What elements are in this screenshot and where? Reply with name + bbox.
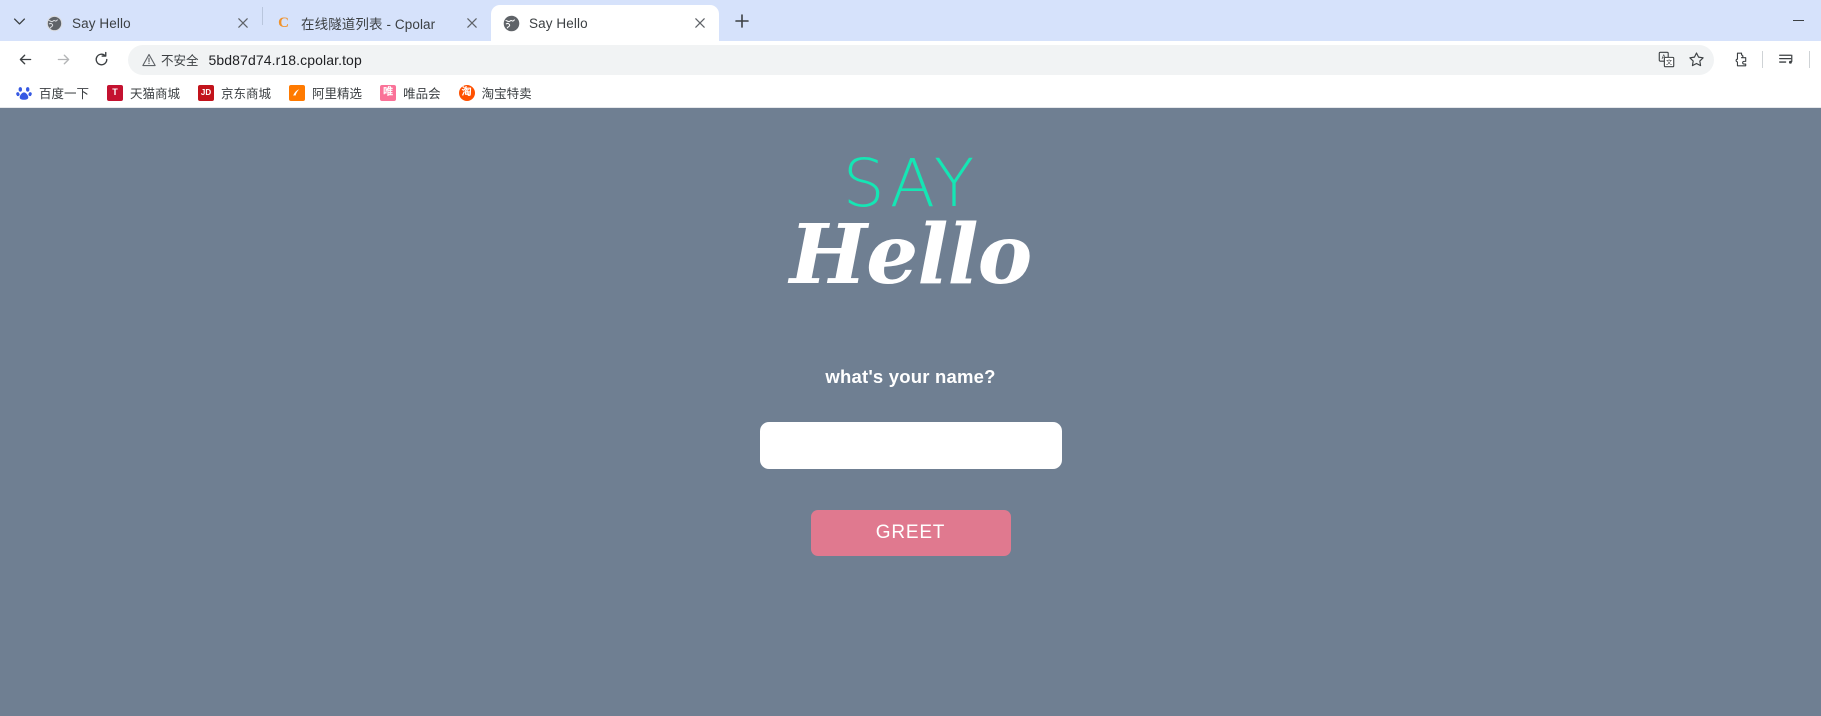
- warning-triangle-icon: [142, 53, 156, 66]
- reload-button[interactable]: [85, 44, 117, 76]
- minimize-icon: [1792, 19, 1804, 22]
- browser-tab-active[interactable]: Say Hello: [491, 5, 719, 41]
- chevron-down-icon: [13, 17, 25, 25]
- translate-icon[interactable]: A 文: [1652, 46, 1680, 74]
- toolbar-divider: [1809, 51, 1810, 68]
- close-icon: [467, 18, 477, 28]
- window-controls: [1775, 0, 1821, 41]
- cpolar-favicon-letter: C: [278, 14, 289, 31]
- extensions-button[interactable]: [1724, 45, 1754, 75]
- address-bar[interactable]: 不安全 5bd87d74.r18.cpolar.top A 文: [128, 44, 1714, 75]
- new-tab-button[interactable]: [725, 4, 759, 38]
- omnibox-actions: A 文: [1650, 46, 1710, 74]
- toolbar-divider: [1762, 51, 1763, 68]
- vip-glyph: 唯: [383, 86, 394, 98]
- plus-icon: [735, 14, 749, 28]
- tab-title: Say Hello: [529, 15, 588, 31]
- tab-title: 在线隧道列表 - Cpolar: [301, 17, 436, 32]
- tab-title: Say Hello: [72, 15, 131, 31]
- alibaba-icon: [289, 84, 306, 101]
- media-list-icon: [1778, 54, 1792, 64]
- bookmark-item[interactable]: 阿里精选: [281, 81, 370, 105]
- reload-icon: [95, 51, 107, 66]
- bookmark-item[interactable]: 淘 淘宝特卖: [451, 81, 540, 105]
- vip-icon: 唯: [380, 84, 397, 101]
- browser-tab[interactable]: Say Hello: [34, 5, 262, 41]
- puzzle-piece-icon: [1735, 52, 1746, 67]
- bookmark-label: 天猫商城: [130, 87, 181, 101]
- browser-window: Say Hello C 在线隧道列表 - Cpolar Say Hello 不安…: [0, 0, 1821, 716]
- bookmark-label: 唯品会: [403, 87, 441, 101]
- tab-close-button[interactable]: [232, 12, 254, 34]
- close-icon: [238, 18, 248, 28]
- bookmark-item[interactable]: T 天猫商城: [99, 81, 188, 105]
- security-status[interactable]: 不安全: [142, 50, 199, 69]
- bookmark-label: 淘宝特卖: [481, 87, 532, 101]
- back-button[interactable]: [9, 44, 41, 76]
- tab-close-button[interactable]: [461, 12, 483, 34]
- bookmark-label: 阿里精选: [312, 87, 363, 101]
- tab-strip: Say Hello C 在线隧道列表 - Cpolar Say Hello: [0, 0, 1821, 41]
- bookmark-label: 京东商城: [221, 87, 272, 101]
- globe-icon: [46, 15, 63, 32]
- tab-search-button[interactable]: [4, 6, 34, 36]
- tab-close-button[interactable]: [689, 12, 711, 34]
- jd-icon: JD: [198, 84, 215, 101]
- svg-text:文: 文: [1665, 58, 1671, 66]
- taobao-glyph: 淘: [461, 86, 472, 98]
- bookmark-label: 百度一下: [39, 87, 90, 101]
- say-hello-logo: SAY Hello: [789, 151, 1033, 303]
- baidu-icon: [16, 84, 32, 101]
- letter-c-icon: C: [275, 15, 292, 32]
- page-content: SAY Hello what's your name? GREET: [0, 108, 1821, 716]
- taobao-icon: 淘: [458, 84, 475, 101]
- name-input[interactable]: [759, 421, 1062, 469]
- tmall-icon: T: [107, 84, 124, 101]
- back-arrow-icon: [19, 54, 31, 65]
- tmall-glyph: T: [112, 87, 118, 97]
- bookmark-item[interactable]: 百度一下: [8, 81, 97, 105]
- forward-button[interactable]: [47, 44, 79, 76]
- globe-icon: [503, 15, 520, 32]
- bookmark-item[interactable]: 唯 唯品会: [372, 81, 449, 105]
- bookmarks-bar: 百度一下 T 天猫商城 JD 京东商城 阿里精选 唯 唯品会 淘 淘宝特卖: [0, 78, 1821, 108]
- greet-button[interactable]: GREET: [810, 509, 1011, 556]
- star-icon[interactable]: [1682, 46, 1710, 74]
- bookmark-item[interactable]: JD 京东商城: [190, 81, 279, 105]
- browser-toolbar: 不安全 5bd87d74.r18.cpolar.top A 文: [0, 41, 1821, 78]
- close-icon: [695, 18, 705, 28]
- url-text[interactable]: 5bd87d74.r18.cpolar.top: [209, 52, 1650, 68]
- jd-glyph: JD: [200, 87, 212, 97]
- name-prompt-label: what's your name?: [825, 365, 996, 387]
- minimize-button[interactable]: [1775, 0, 1821, 41]
- forward-arrow-icon: [57, 54, 69, 65]
- browser-tab[interactable]: C 在线隧道列表 - Cpolar: [263, 5, 491, 41]
- security-label: 不安全: [161, 54, 199, 68]
- media-control-button[interactable]: [1771, 45, 1801, 75]
- logo-hello-text: Hello: [789, 206, 1033, 303]
